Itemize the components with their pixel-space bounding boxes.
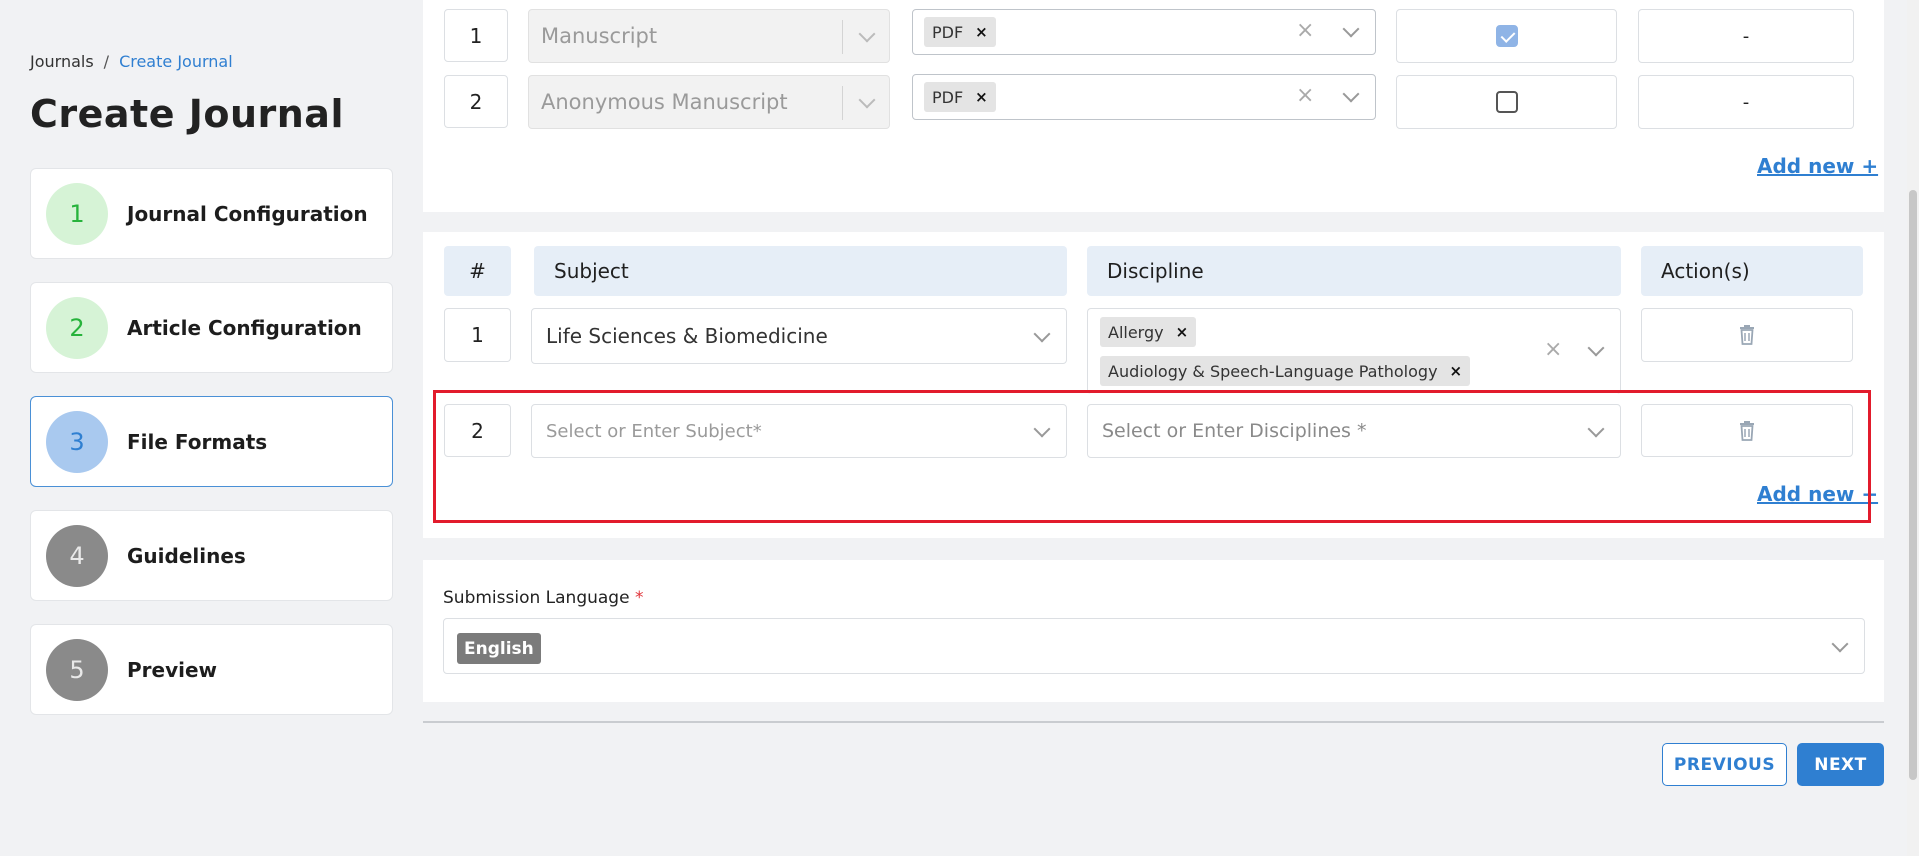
breadcrumb-current[interactable]: Create Journal xyxy=(119,52,233,71)
step-label: Journal Configuration xyxy=(127,201,368,226)
required-checkbox-cell xyxy=(1396,9,1617,63)
step-article-configuration[interactable]: 2 Article Configuration xyxy=(30,282,393,373)
previous-button[interactable]: PREVIOUS xyxy=(1662,743,1787,786)
submission-language-label: Submission Language * xyxy=(443,588,643,608)
header-number: # xyxy=(444,246,511,296)
clear-icon[interactable]: × xyxy=(1296,83,1314,108)
step-file-formats[interactable]: 3 File Formats xyxy=(30,396,393,487)
step-journal-configuration[interactable]: 1 Journal Configuration xyxy=(30,168,393,259)
step-number-badge: 2 xyxy=(46,296,108,359)
chevron-down-icon[interactable] xyxy=(1342,85,1360,103)
row-number: 1 xyxy=(444,308,511,362)
page-title: Create Journal xyxy=(30,92,344,136)
chip-remove-icon[interactable]: × xyxy=(1450,362,1463,380)
required-checkbox[interactable] xyxy=(1495,25,1518,47)
chevron-down-icon[interactable] xyxy=(1587,339,1605,357)
clear-icon[interactable]: × xyxy=(1296,18,1314,43)
required-checkbox-cell xyxy=(1396,75,1617,129)
select-divider xyxy=(842,20,843,54)
scrollbar-thumb[interactable] xyxy=(1909,190,1917,780)
required-mark: * xyxy=(634,588,644,608)
required-checkbox[interactable] xyxy=(1495,91,1518,113)
chevron-down-icon[interactable] xyxy=(1342,20,1360,38)
chip-remove-icon[interactable]: × xyxy=(975,88,988,106)
chevron-down-icon xyxy=(858,91,876,109)
discipline-chip-label: Audiology & Speech-Language Pathology xyxy=(1108,361,1438,381)
file-format-multiselect[interactable]: PDF × × xyxy=(912,74,1376,120)
discipline-multiselect[interactable]: Allergy × Audiology & Speech-Language Pat… xyxy=(1087,308,1621,394)
submission-language-select[interactable]: English xyxy=(443,618,1865,674)
format-chip-label: PDF xyxy=(932,87,964,107)
step-number-badge: 4 xyxy=(46,524,108,587)
step-number-badge: 3 xyxy=(46,410,108,473)
scrollbar[interactable] xyxy=(1907,0,1919,856)
row-number: 1 xyxy=(444,9,508,62)
language-chip: English xyxy=(457,633,541,664)
chip-remove-icon[interactable]: × xyxy=(975,23,988,41)
header-subject: Subject xyxy=(534,246,1067,296)
file-formats-card: 1 Manuscript PDF × × - 2 Anonymous Manusc… xyxy=(423,0,1884,212)
format-chip: PDF × xyxy=(924,17,996,47)
step-label: File Formats xyxy=(127,429,268,454)
chevron-down-icon xyxy=(858,25,876,43)
file-type-value: Anonymous Manuscript xyxy=(541,90,788,114)
add-file-format-link[interactable]: Add new + xyxy=(1757,154,1878,178)
discipline-chip: Audiology & Speech-Language Pathology × xyxy=(1100,356,1471,386)
clear-icon[interactable]: × xyxy=(1544,337,1562,362)
breadcrumb: Journals / Create Journal xyxy=(30,52,233,71)
header-actions: Action(s) xyxy=(1641,246,1863,296)
subject-value: Life Sciences & Biomedicine xyxy=(546,324,828,348)
chip-remove-icon[interactable]: × xyxy=(1176,323,1189,341)
select-divider xyxy=(842,86,843,120)
trash-icon[interactable] xyxy=(1739,325,1755,345)
submission-language-label-text: Submission Language xyxy=(443,588,630,608)
step-preview[interactable]: 5 Preview xyxy=(30,624,393,715)
chevron-down-icon[interactable] xyxy=(1831,635,1849,653)
footer-divider xyxy=(423,721,1884,723)
discipline-chip: Allergy × xyxy=(1100,317,1197,347)
step-number-badge: 1 xyxy=(46,182,108,245)
next-button[interactable]: NEXT xyxy=(1797,743,1884,786)
file-type-value: Manuscript xyxy=(541,24,658,48)
stepper: 1 Journal Configuration 2 Article Config… xyxy=(30,168,393,738)
step-number-badge: 5 xyxy=(46,638,108,701)
format-chip: PDF × xyxy=(924,82,996,112)
step-guidelines[interactable]: 4 Guidelines xyxy=(30,510,393,601)
format-chip-label: PDF xyxy=(932,22,964,42)
breadcrumb-separator: / xyxy=(103,52,110,71)
action-cell: - xyxy=(1638,9,1854,63)
highlight-box xyxy=(433,390,1871,523)
action-cell: - xyxy=(1638,75,1854,129)
header-discipline: Discipline xyxy=(1087,246,1621,296)
subject-select[interactable]: Life Sciences & Biomedicine xyxy=(531,308,1067,364)
step-label: Preview xyxy=(127,657,218,682)
file-type-select: Manuscript xyxy=(528,9,890,63)
chevron-down-icon[interactable] xyxy=(1033,325,1051,343)
file-type-select: Anonymous Manuscript xyxy=(528,75,890,129)
action-cell xyxy=(1641,308,1853,362)
row-number: 2 xyxy=(444,75,508,128)
breadcrumb-journals-link[interactable]: Journals xyxy=(30,52,94,71)
file-format-multiselect[interactable]: PDF × × xyxy=(912,9,1376,55)
step-label: Article Configuration xyxy=(127,315,362,340)
step-label: Guidelines xyxy=(127,543,246,568)
discipline-chip-label: Allergy xyxy=(1108,322,1164,342)
